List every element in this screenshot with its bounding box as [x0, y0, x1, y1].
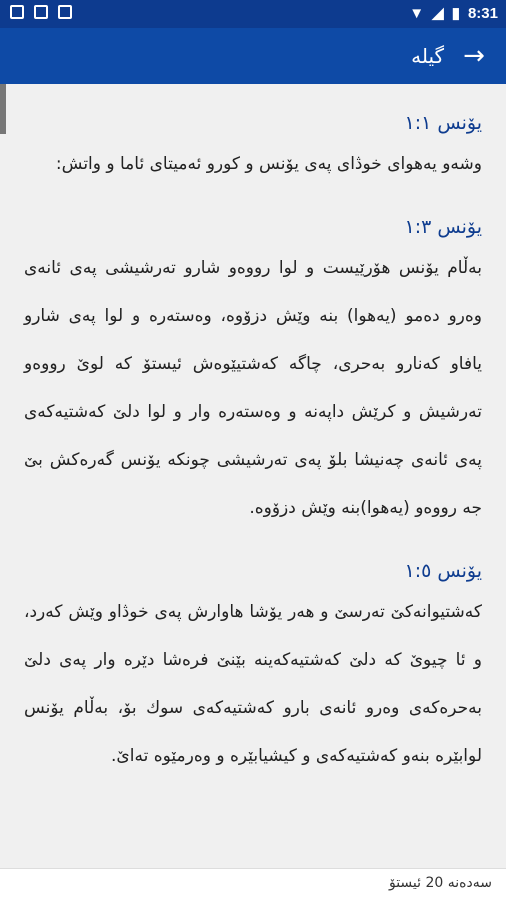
word-count-label: سەدەنە 20 ئیستۆ [388, 875, 492, 891]
wifi-icon: ▼ [409, 4, 425, 22]
bottom-status-bar: سەدەنە 20 ئیستۆ [0, 868, 506, 901]
download-icon [58, 5, 72, 19]
back-arrow-icon[interactable]: → [458, 40, 490, 72]
status-bar: ▼ ◢ ▮ 8:31 [0, 0, 506, 28]
notification-app-icon [10, 5, 24, 19]
clock: 8:31 [467, 4, 498, 22]
verse-item: یۆنس ١:٥ کەشتیوانەکێ تەرسێ و هەر یۆشا ها… [0, 560, 506, 780]
app-bar: → گیلە [0, 28, 506, 84]
image-icon [34, 5, 48, 19]
verse-reference[interactable]: یۆنس ١:٥ [24, 560, 482, 582]
scrollbar[interactable] [0, 84, 6, 134]
verse-list[interactable]: یۆنس ١:١ وشەو یەهوای خوڎای پەی یۆنس و کو… [0, 84, 506, 868]
notification-icons [10, 5, 72, 19]
verse-text: بەڵام یۆنس هۆرێیست و لوا رووەو شارو تەرش… [24, 258, 482, 518]
verse-text: وشەو یەهوای خوڎای پەی یۆنس و کورو ئەمیتا… [55, 154, 482, 174]
page-title: گیلە [411, 44, 444, 68]
verse-text: کەشتیوانەکێ تەرسێ و هەر یۆشا هاوارش پەی … [24, 602, 482, 766]
verse-item: یۆنس ١:١ وشەو یەهوای خوڎای پەی یۆنس و کو… [0, 112, 506, 188]
verse-reference[interactable]: یۆنس ١:٣ [24, 216, 482, 238]
verse-item: یۆنس ١:٣ بەڵام یۆنس هۆرێیست و لوا رووەو … [0, 216, 506, 532]
battery-icon: ▮ [451, 5, 460, 22]
verse-reference[interactable]: یۆنس ١:١ [24, 112, 482, 134]
system-status: ▼ ◢ ▮ 8:31 [409, 4, 498, 23]
signal-icon: ◢ [432, 5, 444, 22]
